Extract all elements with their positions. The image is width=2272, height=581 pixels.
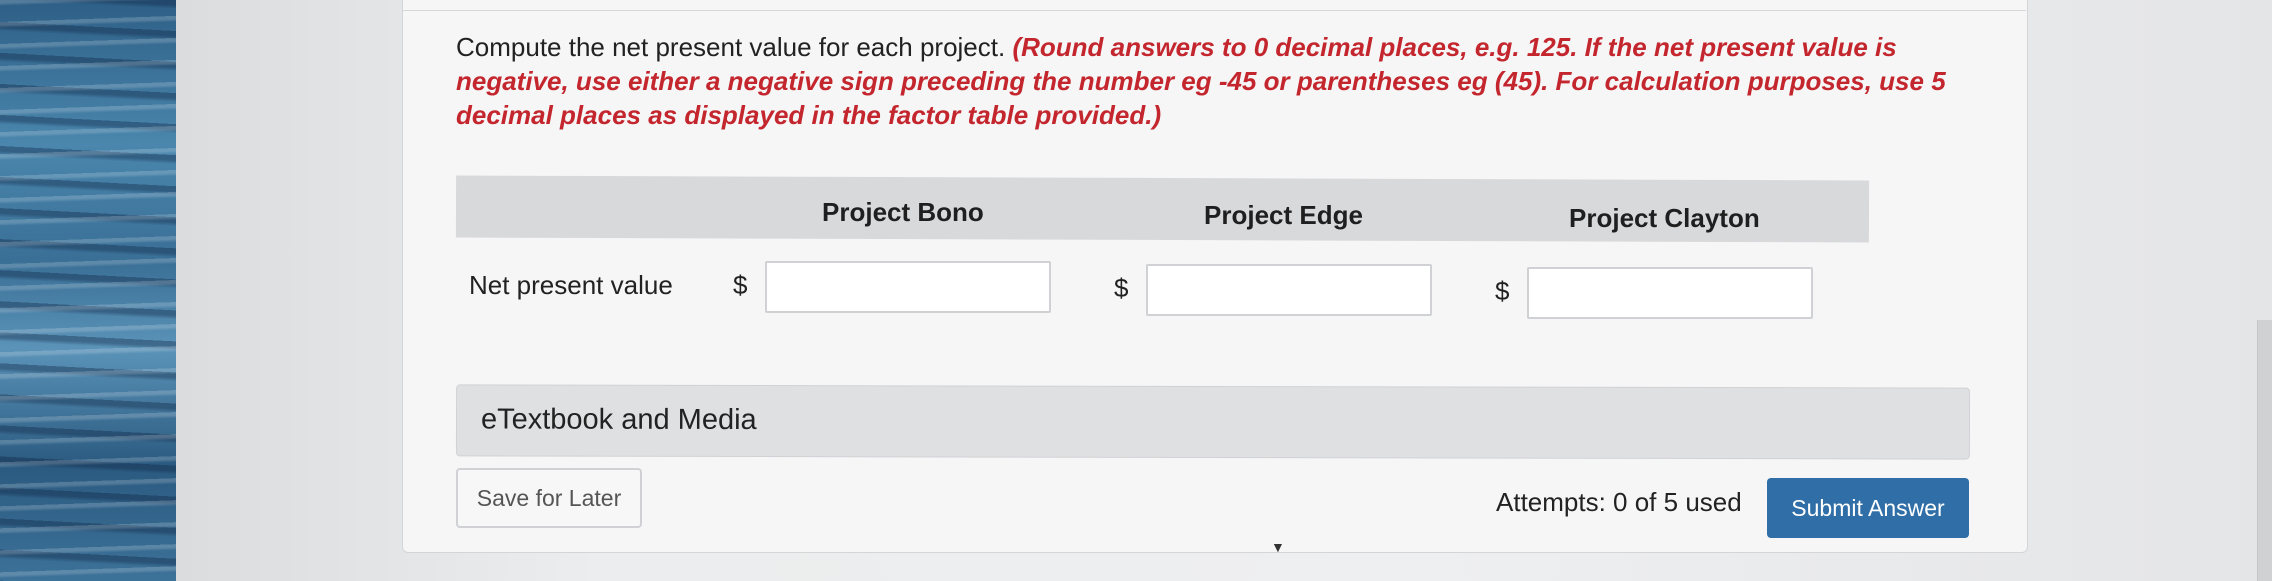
currency-symbol: $ (733, 270, 748, 300)
column-header-project-edge: Project Edge (1204, 200, 1363, 230)
scrollbar[interactable] (2257, 320, 2272, 581)
caret-down-icon: ▼ (1271, 539, 1285, 555)
npv-input-project-bono[interactable] (765, 261, 1051, 313)
currency-symbol: $ (1114, 273, 1129, 303)
npv-input-project-edge[interactable] (1146, 264, 1432, 316)
question-text: Compute the net present value for each p… (456, 32, 1006, 62)
column-header-project-clayton: Project Clayton (1569, 203, 1760, 233)
attempts-counter: Attempts: 0 of 5 used (1496, 487, 1742, 517)
submit-answer-button[interactable]: Submit Answer (1767, 478, 1969, 538)
question-prompt: Compute the net present value for each p… (456, 30, 1966, 132)
etextbook-media-panel[interactable]: eTextbook and Media (455, 384, 1971, 460)
row-label-net-present-value: Net present value (469, 270, 673, 300)
save-for-later-button[interactable]: Save for Later (456, 468, 642, 528)
etextbook-media-label: eTextbook and Media (480, 403, 757, 437)
currency-symbol: $ (1495, 276, 1510, 306)
divider (402, 10, 2026, 11)
column-header-project-bono: Project Bono (822, 197, 984, 227)
npv-input-project-clayton[interactable] (1527, 267, 1813, 319)
background-water-photo (0, 0, 176, 581)
